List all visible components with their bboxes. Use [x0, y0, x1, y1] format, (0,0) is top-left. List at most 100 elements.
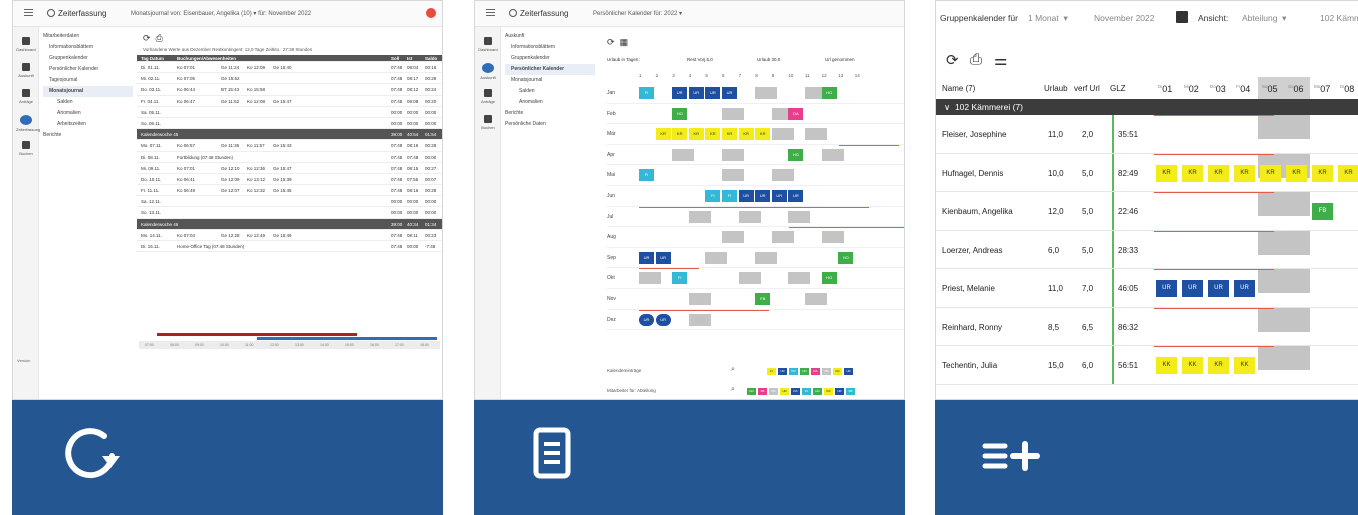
journal-filter[interactable]: Monatsjournal von: Eisenbauer, Angelika …: [131, 10, 311, 17]
absence-cell[interactable]: KR: [1312, 164, 1333, 182]
col-name[interactable]: Name (7): [942, 84, 975, 93]
department-select[interactable]: 102 Kämm: [1320, 13, 1358, 23]
absence-cell[interactable]: KR: [738, 128, 754, 141]
tree-item[interactable]: Auskunft: [505, 31, 595, 42]
view-select[interactable]: Abteilung ▾: [1242, 13, 1286, 24]
day-column-header[interactable]: So06: [1288, 84, 1304, 94]
tree-item[interactable]: Monatsjournal: [43, 86, 133, 97]
tree-item[interactable]: Salden: [505, 86, 595, 97]
tree-item[interactable]: Anomalien: [43, 108, 133, 119]
absence-cell[interactable]: UR: [655, 251, 671, 264]
absence-cell[interactable]: UR: [655, 313, 671, 326]
tree-item[interactable]: Gruppenkalender: [43, 53, 133, 64]
tree-item[interactable]: Informationsblättern: [43, 42, 133, 53]
absence-cell[interactable]: KR: [688, 128, 704, 141]
table-row[interactable]: Sa. 12.11. 00:00 00:00 00:00: [137, 196, 442, 208]
day-column-header[interactable]: Mi02: [1184, 84, 1199, 94]
table-row[interactable]: Di. 01.11. Ko 07:01 Ge 11:24 Ko 12:09 Ge 15:…: [137, 62, 442, 74]
employee-row[interactable]: Techentin, Julia 15,0 6,0 56:51 KK KK KR KK: [936, 346, 1358, 385]
absence-cell[interactable]: HO: [672, 107, 688, 120]
month-row[interactable]: Jul: [607, 206, 904, 228]
employee-name[interactable]: Reinhard, Ronny: [942, 323, 1002, 332]
absence-cell[interactable]: KR: [1286, 164, 1307, 182]
table-row[interactable]: So. 13.11. 00:00 00:00 00:00: [137, 207, 442, 219]
absence-cell[interactable]: HO: [821, 87, 837, 99]
table-row[interactable]: So. 06.11. 00:00 00:00 00:00: [137, 118, 442, 130]
absence-cell[interactable]: KR: [1338, 164, 1358, 182]
refresh-icon[interactable]: ⟳: [143, 33, 151, 43]
absence-cell[interactable]: HO: [838, 251, 854, 264]
employee-name[interactable]: Techentin, Julia: [942, 361, 997, 370]
month-row[interactable]: Mär KR KR KR KR KR KR KR: [607, 124, 904, 145]
sidebar-item[interactable]: Auskunft: [16, 63, 36, 78]
month-row[interactable]: Aug: [607, 227, 904, 248]
search-icon-1[interactable]: ⌕: [731, 366, 735, 374]
absence-cell[interactable]: KR: [1208, 357, 1229, 374]
tree-item[interactable]: Anomalien: [505, 97, 595, 108]
day-column-header[interactable]: Mo07: [1314, 84, 1330, 94]
employee-row[interactable]: Loerzer, Andreas 6,0 5,0 28:33: [936, 230, 1358, 269]
tree-item[interactable]: Mitarbeiterdaten: [43, 31, 133, 42]
sidebar-item[interactable]: Anträge: [478, 89, 498, 104]
menu-icon[interactable]: [486, 9, 495, 18]
absence-cell[interactable]: KR: [755, 128, 771, 141]
employee-row[interactable]: Kienbaum, Angelika 12,0 5,0 22:46 FB: [936, 192, 1358, 231]
absence-cell[interactable]: KR: [1208, 164, 1229, 182]
tree-item[interactable]: Monatsjournal: [505, 75, 595, 86]
search-icon-2[interactable]: ⌕: [731, 386, 735, 394]
absence-cell[interactable]: UR: [705, 87, 721, 99]
absence-cell[interactable]: UR: [672, 87, 688, 99]
absence-cell[interactable]: FB: [1312, 203, 1333, 220]
month-row[interactable]: Feb HO DA: [607, 104, 904, 125]
absence-cell[interactable]: KK: [1156, 357, 1177, 374]
absence-cell[interactable]: FI: [705, 189, 721, 202]
tree-item[interactable]: Gruppenkalender: [505, 53, 595, 64]
table-row[interactable]: Fr. 04.11. Ko 06:47 Ge 11:52 Ko 12:08 Ge 15:…: [137, 96, 442, 107]
table-row[interactable]: Di. 15.11. Home-Office Tag (07:48 Stunden…: [137, 241, 442, 253]
absence-cell[interactable]: FI: [722, 189, 737, 202]
settings-sliders-icon[interactable]: ⚌: [994, 51, 1007, 69]
tree-item[interactable]: Tagesjournal: [43, 75, 133, 86]
table-row[interactable]: Fr. 11.11. Ko 06:49 Ge 12:07 Ko 12:32 Ge 15:…: [137, 185, 442, 197]
sidebar-item[interactable]: Buchen: [16, 141, 36, 156]
tree-item[interactable]: Persönlicher Kalender: [505, 64, 595, 75]
table-row[interactable]: Sa. 05.11. 00:00 00:00 00:00: [137, 107, 442, 118]
absence-cell[interactable]: HO: [821, 272, 837, 285]
notification-icon[interactable]: [426, 8, 436, 18]
employee-name[interactable]: Kienbaum, Angelika: [942, 207, 1013, 216]
month-row[interactable]: Dez UR UR: [607, 309, 904, 331]
employee-row[interactable]: Priest, Melanie11,07,046:05URURURURHO: [936, 269, 1358, 308]
absence-cell[interactable]: KR: [1260, 164, 1281, 182]
absence-cell[interactable]: KR: [722, 128, 737, 141]
absence-cell[interactable]: DA: [788, 107, 804, 120]
table-header-cell[interactable]: Tag Datum: [141, 55, 164, 62]
week-summary-row[interactable]: Kalenderwoche 46 39:00 40:34 01:34: [137, 218, 442, 230]
sidebar-item[interactable]: Dashboard: [478, 37, 498, 52]
table-header-cell[interactable]: Buchungen/Abwesenheiten: [177, 55, 236, 62]
department-group-row[interactable]: ∨ 102 Kämmerei (7): [936, 99, 1358, 115]
table-row[interactable]: Do. 03.11. Ko 06:44 BT 15:43 Ko 15:58 07:48 0…: [137, 84, 442, 96]
absence-cell[interactable]: UR: [1234, 280, 1255, 297]
month-row[interactable]: Sep UR UR HO: [607, 248, 904, 269]
employee-row[interactable]: Reinhard, Ronny 8,5 6,5 86:32: [936, 307, 1358, 346]
month-row[interactable]: Jan FI UR UR UR UR HO: [607, 83, 904, 104]
table-row[interactable]: Mo. 14.11. Ko 07:04 Ge 12:28 Ko 12:49 Ge 15:…: [137, 230, 442, 241]
employee-name[interactable]: Loerzer, Andreas: [942, 246, 1002, 255]
month-row[interactable]: Jun FI FI UR UR UR UR: [607, 186, 904, 207]
absence-cell[interactable]: KR: [672, 128, 688, 141]
table-row[interactable]: Do. 10.11. Ko 06:41 Ge 12:09 Ko 13:12 Ge 15:…: [137, 174, 442, 186]
absence-cell[interactable]: UR: [1208, 280, 1229, 297]
absence-cell[interactable]: KR: [1182, 164, 1203, 182]
absence-cell[interactable]: UR: [722, 87, 737, 99]
employee-select-label[interactable]: Mitarbeiter für: Abteilung: [607, 388, 656, 393]
month-row[interactable]: Mai FI: [607, 165, 904, 186]
table-header-cell[interactable]: Ist: [407, 55, 412, 62]
week-summary-row[interactable]: Kalenderwoche 45 39:00 40:54 01:54: [137, 129, 442, 141]
month-select[interactable]: November 2022: [1094, 13, 1154, 23]
table-row[interactable]: Mi. 02.11. Ko 07:05 Ge 15:52 07:48 08:17 00:2…: [137, 73, 442, 85]
refresh-icon[interactable]: ⟳: [607, 37, 615, 47]
day-column-header[interactable]: Do03: [1210, 84, 1226, 94]
sidebar-item[interactable]: Zeiterfassung: [16, 115, 40, 132]
grid-icon[interactable]: ▦: [620, 37, 629, 47]
absence-cell[interactable]: UR: [688, 87, 704, 99]
